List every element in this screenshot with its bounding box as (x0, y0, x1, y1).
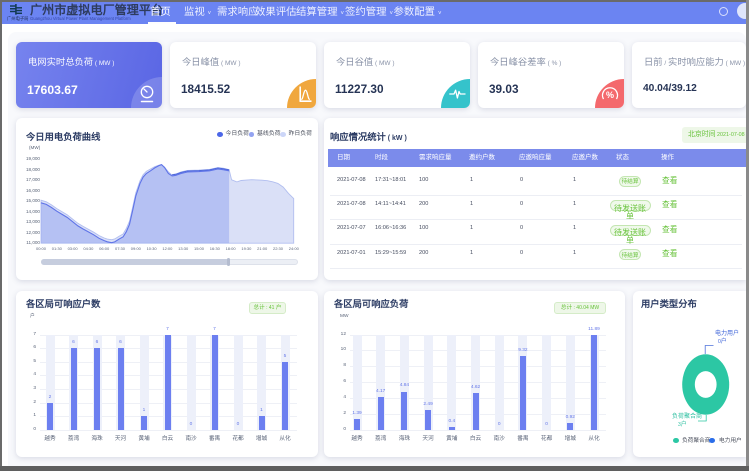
svg-text:%: % (606, 90, 614, 100)
